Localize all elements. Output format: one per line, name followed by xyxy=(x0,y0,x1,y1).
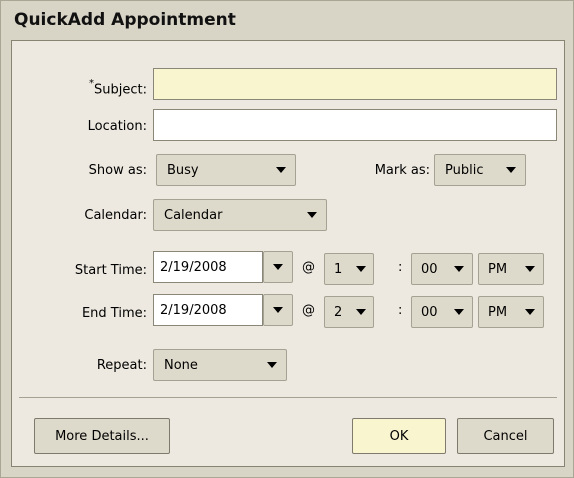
chevron-down-icon xyxy=(276,167,286,173)
chevron-down-icon xyxy=(273,264,283,270)
mark-as-value: Public xyxy=(445,162,484,178)
show-as-value: Busy xyxy=(167,162,199,178)
start-ampm-value: PM xyxy=(488,261,508,277)
start-date-value: 2/19/2008 xyxy=(160,259,227,275)
more-details-button[interactable]: More Details... xyxy=(34,418,170,454)
end-date-value: 2/19/2008 xyxy=(160,302,227,318)
chevron-down-icon xyxy=(454,266,464,272)
cancel-button[interactable]: Cancel xyxy=(457,418,554,454)
end-minute-dropdown[interactable]: 00 xyxy=(411,296,473,328)
show-as-dropdown[interactable]: Busy xyxy=(156,154,296,186)
repeat-value: None xyxy=(164,357,198,373)
subject-label: *Subject: xyxy=(17,78,147,98)
start-minute-value: 00 xyxy=(421,261,438,277)
end-date-input[interactable]: 2/19/2008 xyxy=(153,294,263,326)
chevron-down-icon xyxy=(506,167,516,173)
end-ampm-dropdown[interactable]: PM xyxy=(478,296,544,328)
start-colon: : xyxy=(398,260,403,275)
calendar-value: Calendar xyxy=(164,207,223,223)
chevron-down-icon xyxy=(525,309,535,315)
chevron-down-icon xyxy=(356,266,366,272)
start-minute-dropdown[interactable]: 00 xyxy=(411,253,473,285)
quickadd-dialog: QuickAdd Appointment *Subject: Location:… xyxy=(0,0,574,478)
end-at-symbol: @ xyxy=(302,303,315,318)
subject-input[interactable] xyxy=(153,68,557,100)
chevron-down-icon xyxy=(454,309,464,315)
start-hour-dropdown[interactable]: 1 xyxy=(324,253,374,285)
location-input[interactable] xyxy=(153,109,557,141)
start-hour-value: 1 xyxy=(334,261,343,277)
repeat-label: Repeat: xyxy=(96,358,147,373)
end-date-picker-button[interactable] xyxy=(263,294,293,326)
start-at-symbol: @ xyxy=(302,260,315,275)
dialog-title: QuickAdd Appointment xyxy=(14,10,236,30)
start-date-input[interactable]: 2/19/2008 xyxy=(153,251,263,283)
chevron-down-icon xyxy=(525,266,535,272)
calendar-dropdown[interactable]: Calendar xyxy=(153,199,327,231)
chevron-down-icon xyxy=(267,362,277,368)
end-minute-value: 00 xyxy=(421,304,438,320)
subject-label-text: Subject: xyxy=(94,82,147,98)
required-mark: * xyxy=(89,78,95,89)
chevron-down-icon xyxy=(356,309,366,315)
start-time-label: Start Time: xyxy=(74,263,147,278)
end-ampm-value: PM xyxy=(488,304,508,320)
end-hour-dropdown[interactable]: 2 xyxy=(324,296,374,328)
chevron-down-icon xyxy=(273,307,283,313)
end-time-label: End Time: xyxy=(81,306,147,321)
end-colon: : xyxy=(398,303,403,318)
show-as-label: Show as: xyxy=(88,163,147,178)
start-date-picker-button[interactable] xyxy=(263,251,293,283)
chevron-down-icon xyxy=(307,212,317,218)
mark-as-label: Mark as: xyxy=(374,163,430,178)
calendar-label: Calendar: xyxy=(84,208,147,223)
location-label: Location: xyxy=(87,119,147,134)
start-ampm-dropdown[interactable]: PM xyxy=(478,253,544,285)
mark-as-dropdown[interactable]: Public xyxy=(434,154,526,186)
repeat-dropdown[interactable]: None xyxy=(153,349,287,381)
footer-divider xyxy=(19,397,557,398)
ok-button[interactable]: OK xyxy=(352,418,446,454)
end-hour-value: 2 xyxy=(334,304,343,320)
